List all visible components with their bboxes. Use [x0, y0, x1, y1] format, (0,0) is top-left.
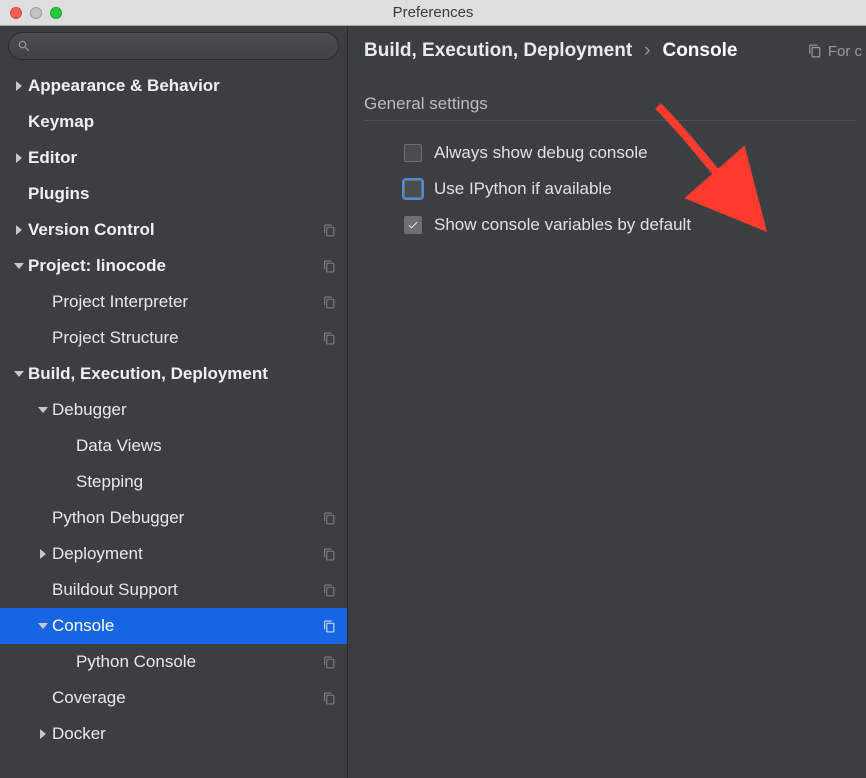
checkbox[interactable]: [404, 216, 422, 234]
sidebar-item-python-debugger[interactable]: Python Debugger: [0, 500, 347, 536]
sidebar-item-label: Keymap: [28, 112, 319, 132]
chevron-down-icon[interactable]: [34, 621, 52, 631]
project-scope-icon: [319, 620, 339, 633]
sidebar-item-keymap[interactable]: Keymap: [0, 104, 347, 140]
project-scope-icon: [319, 512, 339, 525]
sidebar-item-deployment[interactable]: Deployment: [0, 536, 347, 572]
chevron-right-icon[interactable]: [34, 549, 52, 559]
sidebar-item-stepping[interactable]: Stepping: [0, 464, 347, 500]
sidebar-item-label: Coverage: [52, 688, 319, 708]
checkbox-label: Use IPython if available: [434, 179, 612, 199]
sidebar-item-label: Project Structure: [52, 328, 319, 348]
window-title: Preferences: [0, 4, 866, 21]
sidebar-item-label: Editor: [28, 148, 319, 168]
checkbox[interactable]: [404, 180, 422, 198]
sidebar-item-build-execution-deployment[interactable]: Build, Execution, Deployment: [0, 356, 347, 392]
chevron-right-icon[interactable]: [10, 153, 28, 163]
sidebar-item-console[interactable]: Console: [0, 608, 347, 644]
chevron-right-icon[interactable]: [34, 729, 52, 739]
setting-use-ipython-if-available[interactable]: Use IPython if available: [364, 171, 866, 207]
sidebar-item-label: Build, Execution, Deployment: [28, 364, 319, 384]
sidebar-item-project-interpreter[interactable]: Project Interpreter: [0, 284, 347, 320]
sidebar-item-label: Console: [52, 616, 319, 636]
sidebar-item-label: Project: linocode: [28, 256, 319, 276]
sidebar-item-buildout-support[interactable]: Buildout Support: [0, 572, 347, 608]
sidebar-item-python-console[interactable]: Python Console: [0, 644, 347, 680]
search-input[interactable]: [31, 39, 330, 54]
checkbox-label: Always show debug console: [434, 143, 648, 163]
search-icon: [17, 39, 31, 53]
sidebar-item-label: Appearance & Behavior: [28, 76, 319, 96]
sidebar-item-project-structure[interactable]: Project Structure: [0, 320, 347, 356]
sidebar-item-plugins[interactable]: Plugins: [0, 176, 347, 212]
sidebar-item-label: Version Control: [28, 220, 319, 240]
chevron-right-icon[interactable]: [10, 81, 28, 91]
scope-badge: For c: [808, 43, 866, 60]
setting-always-show-debug-console[interactable]: Always show debug console: [364, 135, 866, 171]
breadcrumb: Build, Execution, Deployment › Console F…: [364, 40, 866, 62]
sidebar-item-editor[interactable]: Editor: [0, 140, 347, 176]
chevron-down-icon[interactable]: [10, 369, 28, 379]
titlebar: Preferences: [0, 0, 866, 26]
sidebar-item-label: Stepping: [76, 472, 319, 492]
sidebar-item-label: Python Debugger: [52, 508, 319, 528]
general-settings-group: Always show debug console Use IPython if …: [364, 135, 866, 243]
sidebar-item-project-linocode[interactable]: Project: linocode: [0, 248, 347, 284]
project-scope-icon: [319, 224, 339, 237]
sidebar-item-coverage[interactable]: Coverage: [0, 680, 347, 716]
project-scope-icon: [319, 332, 339, 345]
sidebar-item-label: Data Views: [76, 436, 319, 456]
project-scope-icon: [319, 656, 339, 669]
sidebar-item-label: Python Console: [76, 652, 319, 672]
sidebar-item-label: Deployment: [52, 544, 319, 564]
sidebar-item-label: Buildout Support: [52, 580, 319, 600]
sidebar-item-label: Project Interpreter: [52, 292, 319, 312]
settings-tree[interactable]: Appearance & Behavior Keymap Editor Plugins…: [0, 66, 347, 778]
search-field[interactable]: [8, 32, 339, 60]
sidebar-item-label: Plugins: [28, 184, 319, 204]
project-scope-icon: [319, 584, 339, 597]
chevron-right-icon: ›: [644, 40, 650, 62]
sidebar-item-data-views[interactable]: Data Views: [0, 428, 347, 464]
sidebar-item-docker[interactable]: Docker: [0, 716, 347, 752]
copy-icon: [808, 44, 822, 58]
sidebar-item-label: Debugger: [52, 400, 319, 420]
sidebar-item-label: Docker: [52, 724, 319, 744]
project-scope-icon: [319, 296, 339, 309]
preferences-sidebar: Appearance & Behavior Keymap Editor Plugins…: [0, 26, 348, 778]
checkbox[interactable]: [404, 144, 422, 162]
breadcrumb-current: Console: [662, 40, 737, 62]
sidebar-item-debugger[interactable]: Debugger: [0, 392, 347, 428]
chevron-right-icon[interactable]: [10, 225, 28, 235]
project-scope-icon: [319, 548, 339, 561]
project-scope-icon: [319, 260, 339, 273]
project-scope-icon: [319, 692, 339, 705]
checkbox-label: Show console variables by default: [434, 215, 691, 235]
settings-panel: Build, Execution, Deployment › Console F…: [348, 26, 866, 778]
setting-show-console-variables-by-default[interactable]: Show console variables by default: [364, 207, 866, 243]
chevron-down-icon[interactable]: [34, 405, 52, 415]
sidebar-item-version-control[interactable]: Version Control: [0, 212, 347, 248]
sidebar-item-appearance-behavior[interactable]: Appearance & Behavior: [0, 68, 347, 104]
breadcrumb-path: Build, Execution, Deployment: [364, 40, 632, 62]
chevron-down-icon[interactable]: [10, 261, 28, 271]
section-title: General settings: [364, 94, 856, 121]
